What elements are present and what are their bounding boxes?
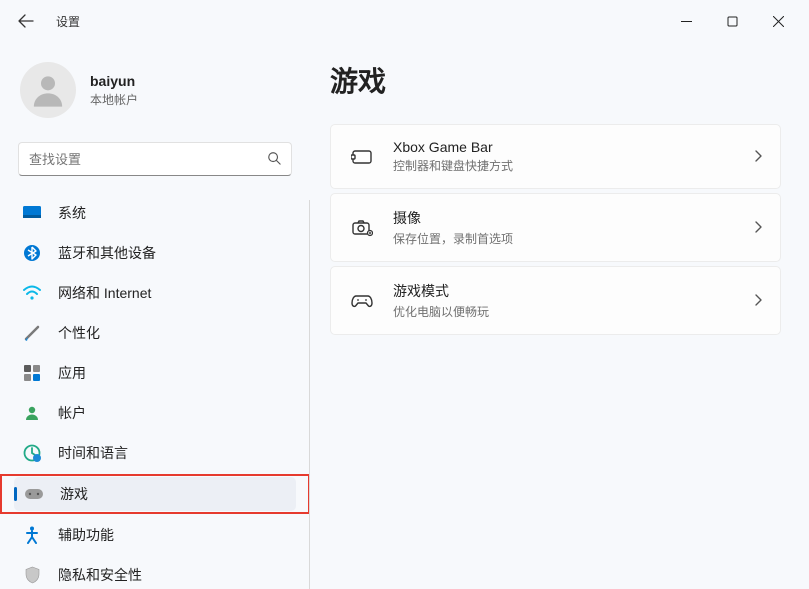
card-body: Xbox Game Bar 控制器和键盘快捷方式 — [393, 139, 754, 174]
chevron-right-icon — [754, 149, 762, 165]
window-controls — [663, 5, 801, 37]
sidebar: baiyun 本地帐户 系统 蓝牙和其他设备 网络和 Internet — [0, 42, 310, 589]
card-title: 游戏模式 — [393, 281, 754, 301]
card-xbox-game-bar[interactable]: Xbox Game Bar 控制器和键盘快捷方式 — [330, 124, 781, 189]
chevron-right-icon — [754, 220, 762, 236]
card-game-mode[interactable]: 游戏模式 优化电脑以便畅玩 — [330, 266, 781, 335]
window-title: 设置 — [56, 13, 80, 30]
card-body: 游戏模式 优化电脑以便畅玩 — [393, 281, 754, 320]
back-button[interactable] — [8, 3, 44, 39]
main-content: 游戏 Xbox Game Bar 控制器和键盘快捷方式 摄像 保存位置，录制首选… — [310, 42, 809, 589]
shield-icon — [22, 565, 42, 585]
minimize-icon — [681, 16, 692, 27]
card-subtitle: 保存位置，录制首选项 — [393, 230, 754, 247]
user-icon — [28, 70, 68, 110]
arrow-left-icon — [18, 13, 34, 29]
card-subtitle: 优化电脑以便畅玩 — [393, 303, 754, 320]
minimize-button[interactable] — [663, 5, 709, 37]
sidebar-item-apps[interactable]: 应用 — [12, 354, 298, 392]
user-account-type: 本地帐户 — [90, 91, 138, 108]
search-icon — [267, 151, 281, 168]
apps-icon — [22, 363, 42, 383]
wifi-icon — [22, 283, 42, 303]
sidebar-item-label: 帐户 — [58, 403, 86, 423]
sidebar-item-label: 游戏 — [60, 484, 88, 504]
sidebar-item-label: 应用 — [58, 363, 86, 383]
sidebar-item-label: 系统 — [58, 203, 86, 223]
xbox-game-bar-icon — [349, 144, 375, 170]
search-input[interactable] — [29, 152, 267, 167]
sidebar-item-bluetooth[interactable]: 蓝牙和其他设备 — [12, 234, 298, 272]
user-name: baiyun — [90, 73, 138, 89]
controller-icon — [349, 288, 375, 314]
gamepad-icon — [24, 484, 44, 504]
sidebar-item-accessibility[interactable]: 辅助功能 — [12, 516, 298, 554]
card-title: Xbox Game Bar — [393, 139, 754, 155]
titlebar: 设置 — [0, 0, 809, 42]
sidebar-item-gaming[interactable]: 游戏 — [14, 477, 296, 511]
maximize-button[interactable] — [709, 5, 755, 37]
avatar — [20, 62, 76, 118]
nav-list: 系统 蓝牙和其他设备 网络和 Internet 个性化 应用 帐户 — [0, 190, 310, 589]
bluetooth-icon — [22, 243, 42, 263]
sidebar-item-privacy[interactable]: 隐私和安全性 — [12, 556, 298, 589]
nav-divider — [309, 200, 310, 589]
sidebar-item-accounts[interactable]: 帐户 — [12, 394, 298, 432]
card-subtitle: 控制器和键盘快捷方式 — [393, 157, 754, 174]
user-info: baiyun 本地帐户 — [90, 73, 138, 108]
display-icon — [22, 203, 42, 223]
search-box[interactable] — [18, 142, 292, 176]
page-title: 游戏 — [330, 60, 781, 100]
sidebar-item-personalization[interactable]: 个性化 — [12, 314, 298, 352]
clock-globe-icon — [22, 443, 42, 463]
card-captures[interactable]: 摄像 保存位置，录制首选项 — [330, 193, 781, 262]
highlight-box: 游戏 — [0, 474, 310, 514]
chevron-right-icon — [754, 293, 762, 309]
sidebar-item-network[interactable]: 网络和 Internet — [12, 274, 298, 312]
accessibility-icon — [22, 525, 42, 545]
sidebar-item-label: 网络和 Internet — [58, 283, 151, 303]
sidebar-item-label: 隐私和安全性 — [58, 565, 142, 585]
user-section[interactable]: baiyun 本地帐户 — [0, 50, 310, 138]
close-icon — [773, 16, 784, 27]
card-title: 摄像 — [393, 208, 754, 228]
camera-icon — [349, 215, 375, 241]
card-body: 摄像 保存位置，录制首选项 — [393, 208, 754, 247]
brush-icon — [22, 323, 42, 343]
close-button[interactable] — [755, 5, 801, 37]
sidebar-item-system[interactable]: 系统 — [12, 194, 298, 232]
sidebar-item-label: 个性化 — [58, 323, 100, 343]
sidebar-item-label: 时间和语言 — [58, 443, 128, 463]
person-icon — [22, 403, 42, 423]
sidebar-item-label: 辅助功能 — [58, 525, 114, 545]
sidebar-item-label: 蓝牙和其他设备 — [58, 243, 156, 263]
sidebar-item-time-language[interactable]: 时间和语言 — [12, 434, 298, 472]
maximize-icon — [727, 16, 738, 27]
